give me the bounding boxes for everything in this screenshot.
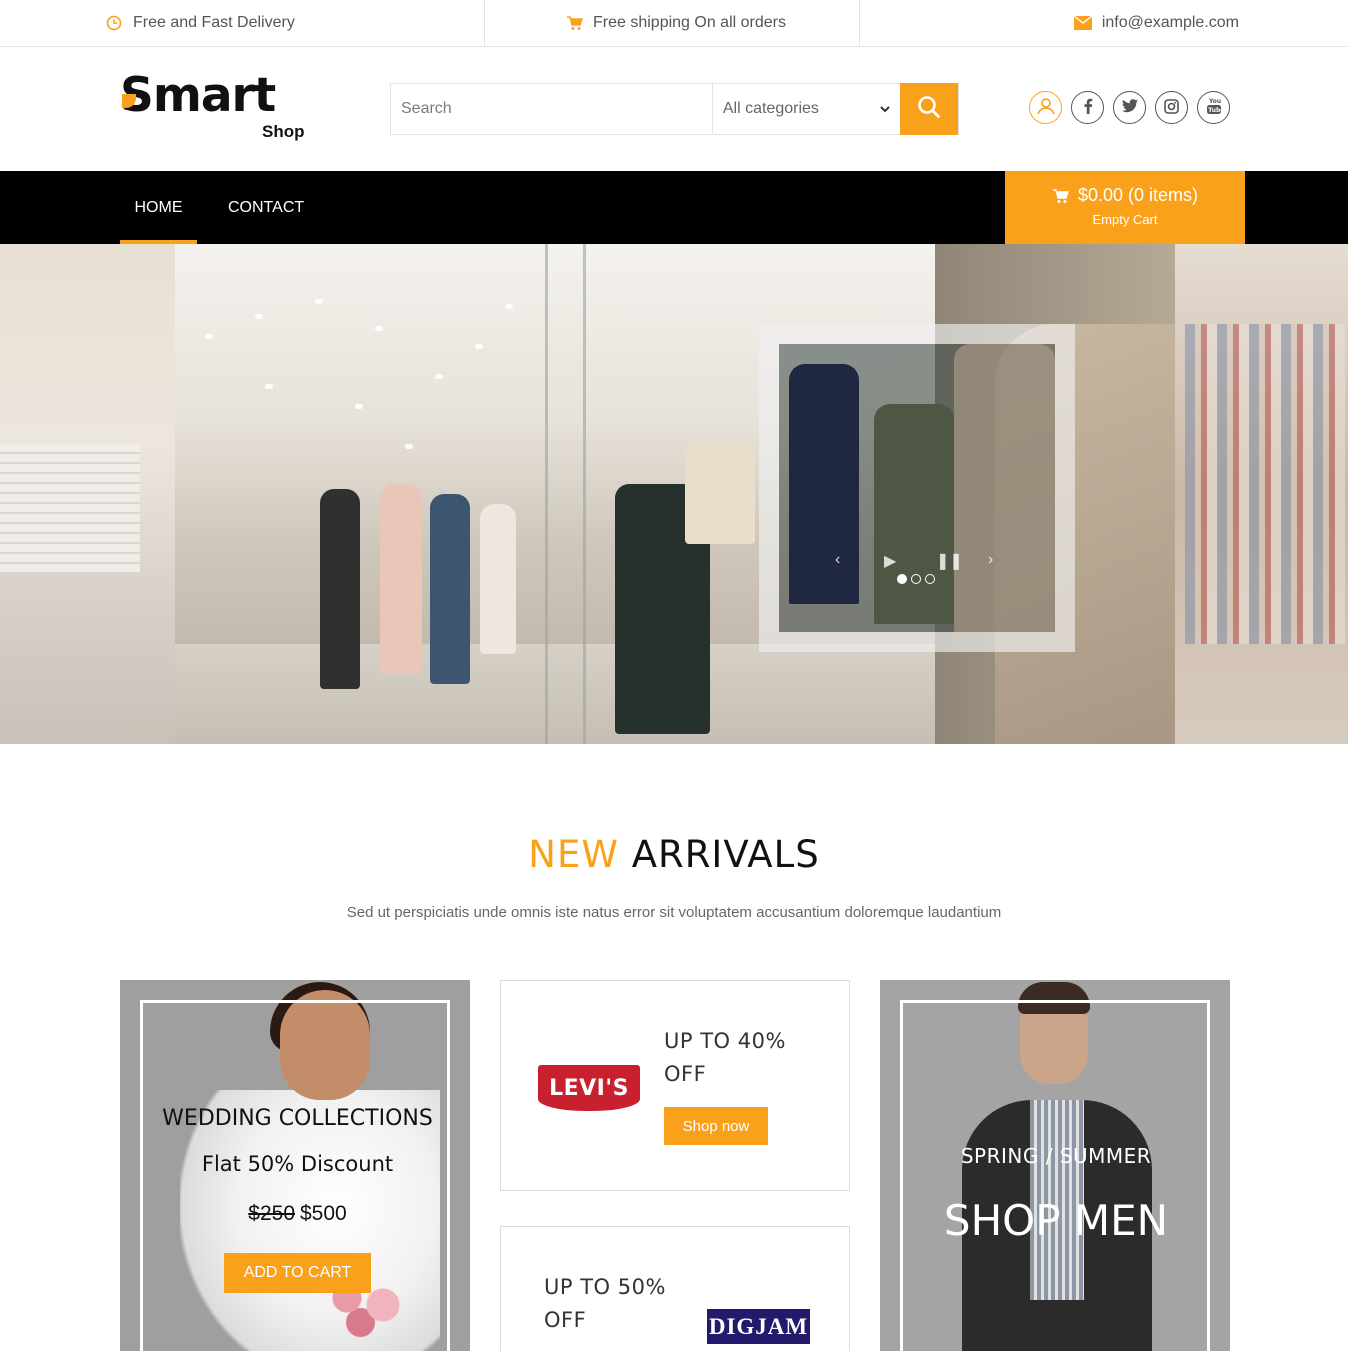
nav-item-home-label: HOME [134, 198, 183, 216]
levis-logo: LEVI'S [538, 1065, 640, 1111]
hero-side-image-right [1175, 244, 1348, 744]
top-info-bar: Free and Fast Delivery Free shipping On … [0, 0, 1348, 47]
shop-now-button[interactable]: Shop now [664, 1107, 768, 1145]
twitter-icon [1121, 99, 1138, 116]
search-bar: All categories [390, 83, 959, 135]
youtube-link[interactable]: You Tube [1197, 91, 1230, 124]
search-input[interactable] [391, 84, 712, 134]
delivery-text: Free and Fast Delivery [133, 14, 295, 31]
next-slide-button[interactable]: › [988, 551, 993, 569]
slider-dot[interactable] [925, 574, 935, 584]
svg-text:Tube: Tube [1208, 107, 1222, 114]
cart-summary: $0.00 (0 items) [1005, 185, 1245, 206]
user-account-button[interactable] [1029, 91, 1062, 124]
email-info[interactable]: info@example.com [1073, 0, 1239, 46]
play-button[interactable]: ▶ [884, 551, 896, 571]
slider-dot[interactable] [897, 574, 907, 584]
hero-slider: ‹ ▶ ❚❚ › [0, 244, 1348, 744]
instagram-link[interactable] [1155, 91, 1188, 124]
twitter-link[interactable] [1113, 91, 1146, 124]
promo-price: $250 $500 [120, 1202, 470, 1226]
shipping-info: Free shipping On all orders [565, 0, 786, 46]
promo-offer-line1: UP TO 50% [544, 1275, 666, 1299]
site-logo[interactable]: Smart Shop [120, 70, 310, 150]
promo-season: SPRING / SUMMER [960, 1144, 1152, 1168]
cart-total: $0.00 (0 items) [1077, 185, 1199, 205]
category-select-value: All categories [722, 100, 819, 117]
email-link[interactable]: info@example.com [1102, 14, 1239, 32]
cart-icon [1052, 188, 1069, 204]
logo-text: mart [152, 68, 276, 123]
new-price: $500 [300, 1202, 347, 1225]
shipping-text: Free shipping On all orders [593, 14, 786, 31]
envelope-icon [1073, 14, 1092, 32]
promo-shop-men[interactable]: SHOP MEN [880, 1196, 1230, 1245]
slider-dot[interactable] [911, 574, 921, 584]
divider [484, 0, 485, 46]
slider-dots [897, 574, 935, 584]
digjam-logo: DIGJAM [707, 1309, 810, 1344]
divider [859, 0, 860, 46]
cart-button[interactable]: $0.00 (0 items) Empty Cart [1005, 171, 1245, 244]
cart-icon [565, 14, 583, 32]
facebook-link[interactable] [1071, 91, 1104, 124]
slider-inner-image [779, 344, 1055, 632]
search-button[interactable] [900, 83, 958, 135]
category-select[interactable]: All categories [711, 84, 900, 134]
user-icon [1035, 95, 1057, 120]
promo-discount: Flat 50% Discount [201, 1152, 394, 1176]
youtube-icon: You Tube [1206, 97, 1224, 118]
old-price: $250 [248, 1202, 295, 1225]
pause-button[interactable]: ❚❚ [936, 551, 963, 571]
section-subtitle: Sed ut perspiciatis unde omnis iste natu… [346, 904, 1002, 921]
promo-card-men[interactable]: SPRING / SUMMER SHOP MEN [880, 980, 1230, 1351]
promo-title: WEDDING COLLECTIONS [162, 1106, 433, 1131]
delivery-info: Free and Fast Delivery [105, 0, 295, 46]
section-title: NEW ARRIVALS [0, 833, 1348, 876]
logo-subtext: Shop [262, 122, 305, 141]
search-icon [917, 95, 941, 124]
hero-side-image-left [0, 244, 175, 744]
promo-card-wedding: WEDDING COLLECTIONS Flat 50% Discount $2… [120, 980, 470, 1351]
svg-text:You: You [1208, 98, 1221, 105]
promo-offer: UP TO 40% OFF [664, 1025, 786, 1091]
promo-card-digjam: UP TO 50% OFF DIGJAM [500, 1226, 850, 1351]
nav-item-contact[interactable]: CONTACT [228, 171, 304, 244]
promo-offer: UP TO 50% OFF [544, 1271, 666, 1337]
prev-slide-button[interactable]: ‹ [835, 551, 840, 569]
card-frame [900, 1000, 1210, 1351]
promo-card-levis: LEVI'S UP TO 40% OFF Shop now [500, 980, 850, 1191]
promo-offer-line2: OFF [664, 1062, 707, 1086]
header-icons: You Tube [1029, 91, 1230, 124]
add-to-cart-button[interactable]: ADD TO CART [224, 1253, 371, 1293]
section-title-accent: NEW [528, 833, 619, 876]
nav-item-home[interactable]: HOME [120, 171, 197, 244]
cart-status: Empty Cart [1092, 212, 1158, 227]
nav-item-contact-label: CONTACT [228, 198, 305, 216]
clock-icon [105, 14, 123, 32]
instagram-icon [1164, 98, 1179, 117]
promo-offer-line1: UP TO 40% [664, 1029, 786, 1053]
chevron-down-icon [880, 100, 890, 118]
promo-offer-line2: OFF [544, 1308, 587, 1332]
facebook-icon [1083, 98, 1093, 117]
logo-wordmark: Smart [120, 68, 276, 123]
section-title-rest: ARRIVALS [631, 833, 820, 876]
